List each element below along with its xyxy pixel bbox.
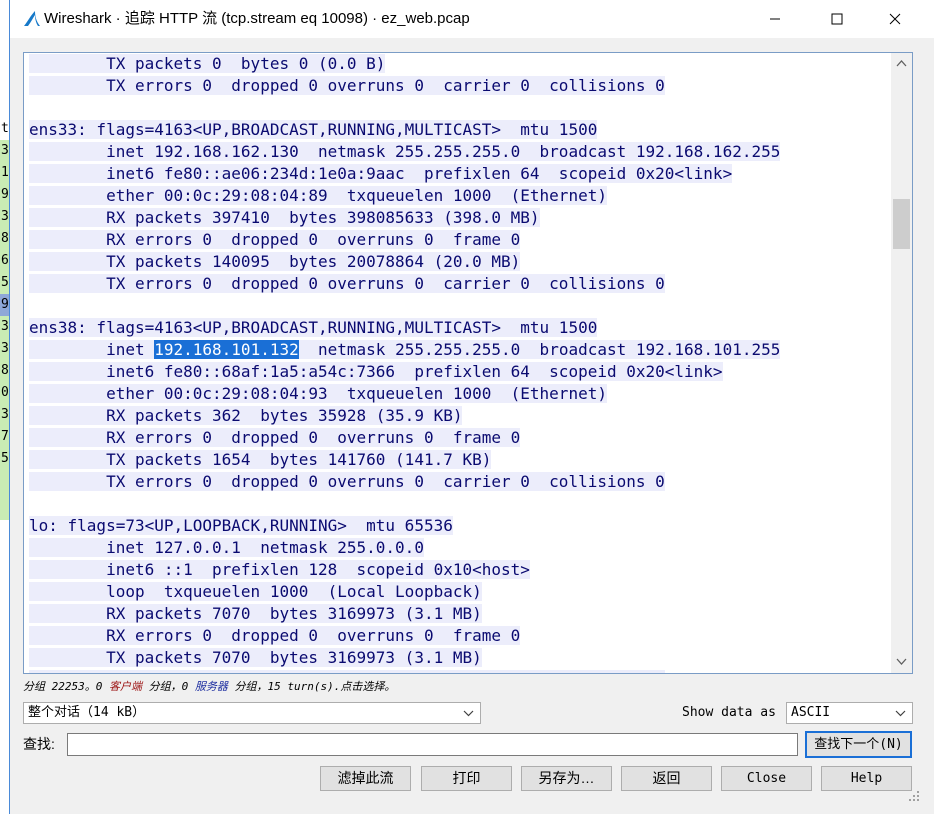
minimize-button[interactable] xyxy=(752,0,798,38)
stream-line: TX errors 0 dropped 0 overruns 0 carrier… xyxy=(29,471,665,493)
scroll-up-icon[interactable] xyxy=(895,57,908,70)
stream-line: ens33: flags=4163<UP,BROADCAST,RUNNING,M… xyxy=(29,119,598,141)
stream-line-text: inet6 fe80::68af:1a5:a54c:7366 prefixlen… xyxy=(29,362,723,381)
stream-line-text: inet 192.168.162.130 netmask 255.255.255… xyxy=(29,142,781,161)
stream-line: lo: flags=73<UP,LOOPBACK,RUNNING> mtu 65… xyxy=(29,515,453,537)
stream-summary: 分组 22253。0 客户端 分组，0 服务器 分组，15 turn(s).点击… xyxy=(23,679,395,695)
vertical-scrollbar[interactable] xyxy=(891,53,912,673)
stream-line-text: RX packets 7070 bytes 3169973 (3.1 MB) xyxy=(29,604,482,623)
stream-line: RX packets 362 bytes 35928 (35.9 KB) xyxy=(29,405,463,427)
help-button[interactable]: Help xyxy=(821,766,912,791)
summary-server-link[interactable]: 服务器 xyxy=(195,680,228,693)
window-title: Wireshark · 追踪 HTTP 流 (tcp.stream eq 100… xyxy=(44,10,470,27)
stream-line-text: inet xyxy=(29,340,155,359)
stream-line: RX errors 0 dropped 0 overruns 0 frame 0 xyxy=(29,427,521,449)
stream-line-text: TX errors 0 dropped 0 overruns 0 carrier… xyxy=(29,274,665,293)
find-input[interactable] xyxy=(67,733,798,756)
stream-line: TX errors 0 dropped 0 overruns 0 carrier… xyxy=(29,273,665,295)
stream-line: inet6 ::1 prefixlen 128 scopeid 0x10<hos… xyxy=(29,559,530,581)
stream-line-text: RX errors 0 dropped 0 overruns 0 frame 0 xyxy=(29,428,521,447)
chevron-down-icon xyxy=(895,710,906,717)
stream-line-text: ether 00:0c:29:08:04:89 txqueuelen 1000 … xyxy=(29,186,607,205)
stream-line-text: RX packets 362 bytes 35928 (35.9 KB) xyxy=(29,406,463,425)
stream-line: TX packets 1654 bytes 141760 (141.7 KB) xyxy=(29,449,492,471)
conversation-select[interactable]: 整个对话（14 kB） xyxy=(23,702,481,724)
stream-line: TX packets 7070 bytes 3169973 (3.1 MB) xyxy=(29,647,482,669)
stream-line-text: TX errors 0 dropped 0 overruns 0 carrier… xyxy=(29,472,665,491)
print-button[interactable]: 打印 xyxy=(421,766,512,791)
stream-line: ens38: flags=4163<UP,BROADCAST,RUNNING,M… xyxy=(29,317,598,339)
title-bar[interactable]: Wireshark · 追踪 HTTP 流 (tcp.stream eq 100… xyxy=(10,0,934,38)
stream-line-text: loop txqueuelen 1000 (Local Loopback) xyxy=(29,582,482,601)
close-button[interactable]: Close xyxy=(721,766,812,791)
stream-line-text: TX packets 7070 bytes 3169973 (3.1 MB) xyxy=(29,648,482,667)
show-data-label: Show data as xyxy=(682,705,776,720)
summary-suffix: 分组，15 turn(s).点击选择。 xyxy=(227,680,396,693)
find-label: 查找: xyxy=(23,736,55,752)
selected-text[interactable]: 192.168.101.132 xyxy=(154,340,299,359)
follow-stream-dialog: Wireshark · 追踪 HTTP 流 (tcp.stream eq 100… xyxy=(9,0,934,814)
stream-line: loop txqueuelen 1000 (Local Loopback) xyxy=(29,581,482,603)
stream-line: inet 192.168.101.132 netmask 255.255.255… xyxy=(29,339,781,361)
stream-line: TX packets 140095 bytes 20078864 (20.0 M… xyxy=(29,251,521,273)
stream-line: inet 192.168.162.130 netmask 255.255.255… xyxy=(29,141,781,163)
stream-line: RX packets 397410 bytes 398085633 (398.0… xyxy=(29,207,540,229)
stream-line-text: TX errors 0 dropped 0 overruns 0 carrier… xyxy=(29,76,665,95)
back-button[interactable]: 返回 xyxy=(621,766,712,791)
maximize-button[interactable] xyxy=(814,0,860,38)
maximize-icon xyxy=(831,13,843,25)
stream-line-text: RX packets 397410 bytes 398085633 (398.0… xyxy=(29,208,540,227)
save-as-button[interactable]: 另存为… xyxy=(521,766,612,791)
stream-line: inet6 fe80::68af:1a5:a54c:7366 prefixlen… xyxy=(29,361,723,383)
stream-line-text: lo: flags=73<UP,LOOPBACK,RUNNING> mtu 65… xyxy=(29,516,453,535)
stream-line-text: TX packets 1654 bytes 141760 (141.7 KB) xyxy=(29,450,492,469)
close-window-button[interactable] xyxy=(872,0,918,38)
summary-mid: 分组，0 xyxy=(141,680,195,693)
stream-line: ether 00:0c:29:08:04:93 txqueuelen 1000 … xyxy=(29,383,607,405)
stream-line: RX packets 7070 bytes 3169973 (3.1 MB) xyxy=(29,603,482,625)
stream-line-text: RX errors 0 dropped 0 overruns 0 frame 0 xyxy=(29,626,521,645)
stream-line: TX errors 0 dropped 0 overruns 0 carrier… xyxy=(29,75,665,97)
stream-line-text: RX errors 0 dropped 0 overruns 0 frame 0 xyxy=(29,230,521,249)
filter-out-stream-button[interactable]: 滤掉此流 xyxy=(320,766,411,791)
scroll-down-icon[interactable] xyxy=(895,655,908,668)
stream-line-text: ens33: flags=4163<UP,BROADCAST,RUNNING,M… xyxy=(29,120,598,139)
stream-line: TX errors 0 dropped 0 overruns 0 carrier… xyxy=(29,669,665,673)
stream-line-text: TX packets 0 bytes 0 (0.0 B) xyxy=(29,54,386,73)
stream-line: inet6 fe80::ae06:234d:1e0a:9aac prefixle… xyxy=(29,163,733,185)
stream-line-text: inet6 ::1 prefixlen 128 scopeid 0x10<hos… xyxy=(29,560,530,579)
stream-line-text: TX errors 0 dropped 0 overruns 0 carrier… xyxy=(29,670,665,673)
show-data-as-value: ASCII xyxy=(791,705,831,720)
stream-line: ether 00:0c:29:08:04:89 txqueuelen 1000 … xyxy=(29,185,607,207)
stream-content-pane[interactable]: TX packets 0 bytes 0 (0.0 B) TX errors 0… xyxy=(23,52,913,674)
stream-line-text: ether 00:0c:29:08:04:93 txqueuelen 1000 … xyxy=(29,384,607,403)
stream-line-text: netmask 255.255.255.0 broadcast 192.168.… xyxy=(298,340,781,359)
find-next-button[interactable]: 查找下一个(N) xyxy=(805,731,912,758)
scrollbar-thumb[interactable] xyxy=(893,199,910,249)
stream-line-text: TX packets 140095 bytes 20078864 (20.0 M… xyxy=(29,252,521,271)
stream-line: RX errors 0 dropped 0 overruns 0 frame 0 xyxy=(29,229,521,251)
summary-client-link[interactable]: 客户端 xyxy=(109,680,142,693)
stream-line: TX packets 0 bytes 0 (0.0 B) xyxy=(29,53,386,75)
conversation-select-value: 整个对话（14 kB） xyxy=(28,705,146,720)
close-icon xyxy=(889,13,901,25)
resize-grip-icon[interactable] xyxy=(908,790,920,802)
summary-prefix: 分组 22253。0 xyxy=(23,680,109,693)
stream-line-text: inet6 fe80::ae06:234d:1e0a:9aac prefixle… xyxy=(29,164,733,183)
stream-line: inet 127.0.0.1 netmask 255.0.0.0 xyxy=(29,537,424,559)
stream-line-text: ens38: flags=4163<UP,BROADCAST,RUNNING,M… xyxy=(29,318,598,337)
stream-line-text: inet 127.0.0.1 netmask 255.0.0.0 xyxy=(29,538,424,557)
stream-line: RX errors 0 dropped 0 overruns 0 frame 0 xyxy=(29,625,521,647)
minimize-icon xyxy=(770,18,780,20)
show-data-as-select[interactable]: ASCII xyxy=(786,702,913,724)
chevron-down-icon xyxy=(463,710,474,717)
wireshark-fin-icon xyxy=(24,11,40,26)
stream-text[interactable]: TX packets 0 bytes 0 (0.0 B) TX errors 0… xyxy=(24,53,890,673)
